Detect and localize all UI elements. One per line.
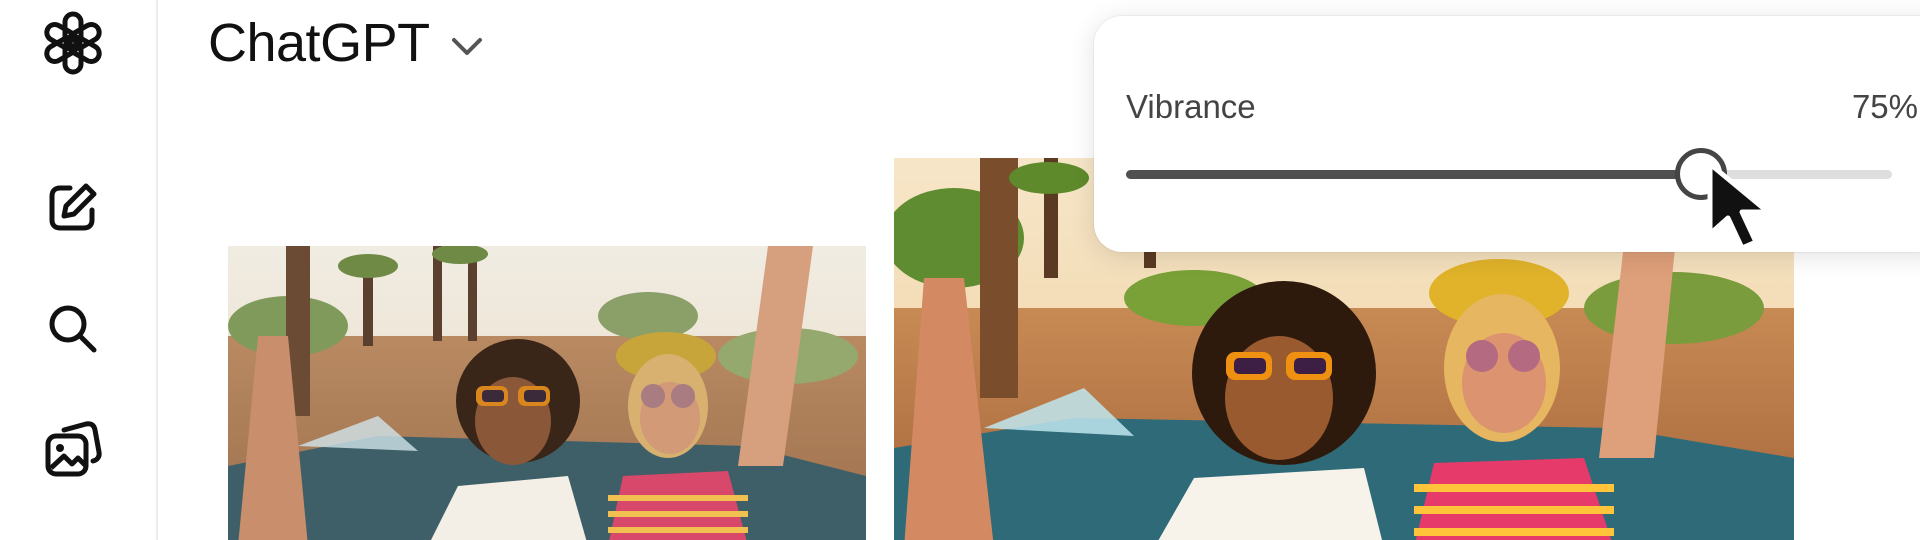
pencil-square-icon [49, 183, 97, 231]
sidebar [0, 0, 158, 540]
search-icon [49, 305, 97, 353]
search-button[interactable] [44, 300, 100, 356]
images-icon [45, 421, 102, 477]
vibrance-slider-panel: Vibrance 75% [1094, 16, 1920, 252]
model-name: ChatGPT [208, 13, 430, 73]
slider-label: Vibrance [1126, 88, 1256, 125]
new-chat-button[interactable] [44, 180, 100, 236]
mouse-cursor-icon [1704, 160, 1776, 252]
model-selector[interactable]: ChatGPT [208, 8, 486, 78]
library-button[interactable] [42, 418, 104, 480]
slider-track[interactable] [1126, 148, 1892, 200]
chevron-down-icon [451, 38, 482, 55]
app-window: ChatGPT Vibrance 75% [0, 0, 1920, 540]
slider-value: 75% [1851, 88, 1918, 125]
slider-fill [1126, 170, 1701, 179]
original-photo [228, 246, 866, 540]
openai-logo-icon[interactable] [38, 8, 108, 78]
